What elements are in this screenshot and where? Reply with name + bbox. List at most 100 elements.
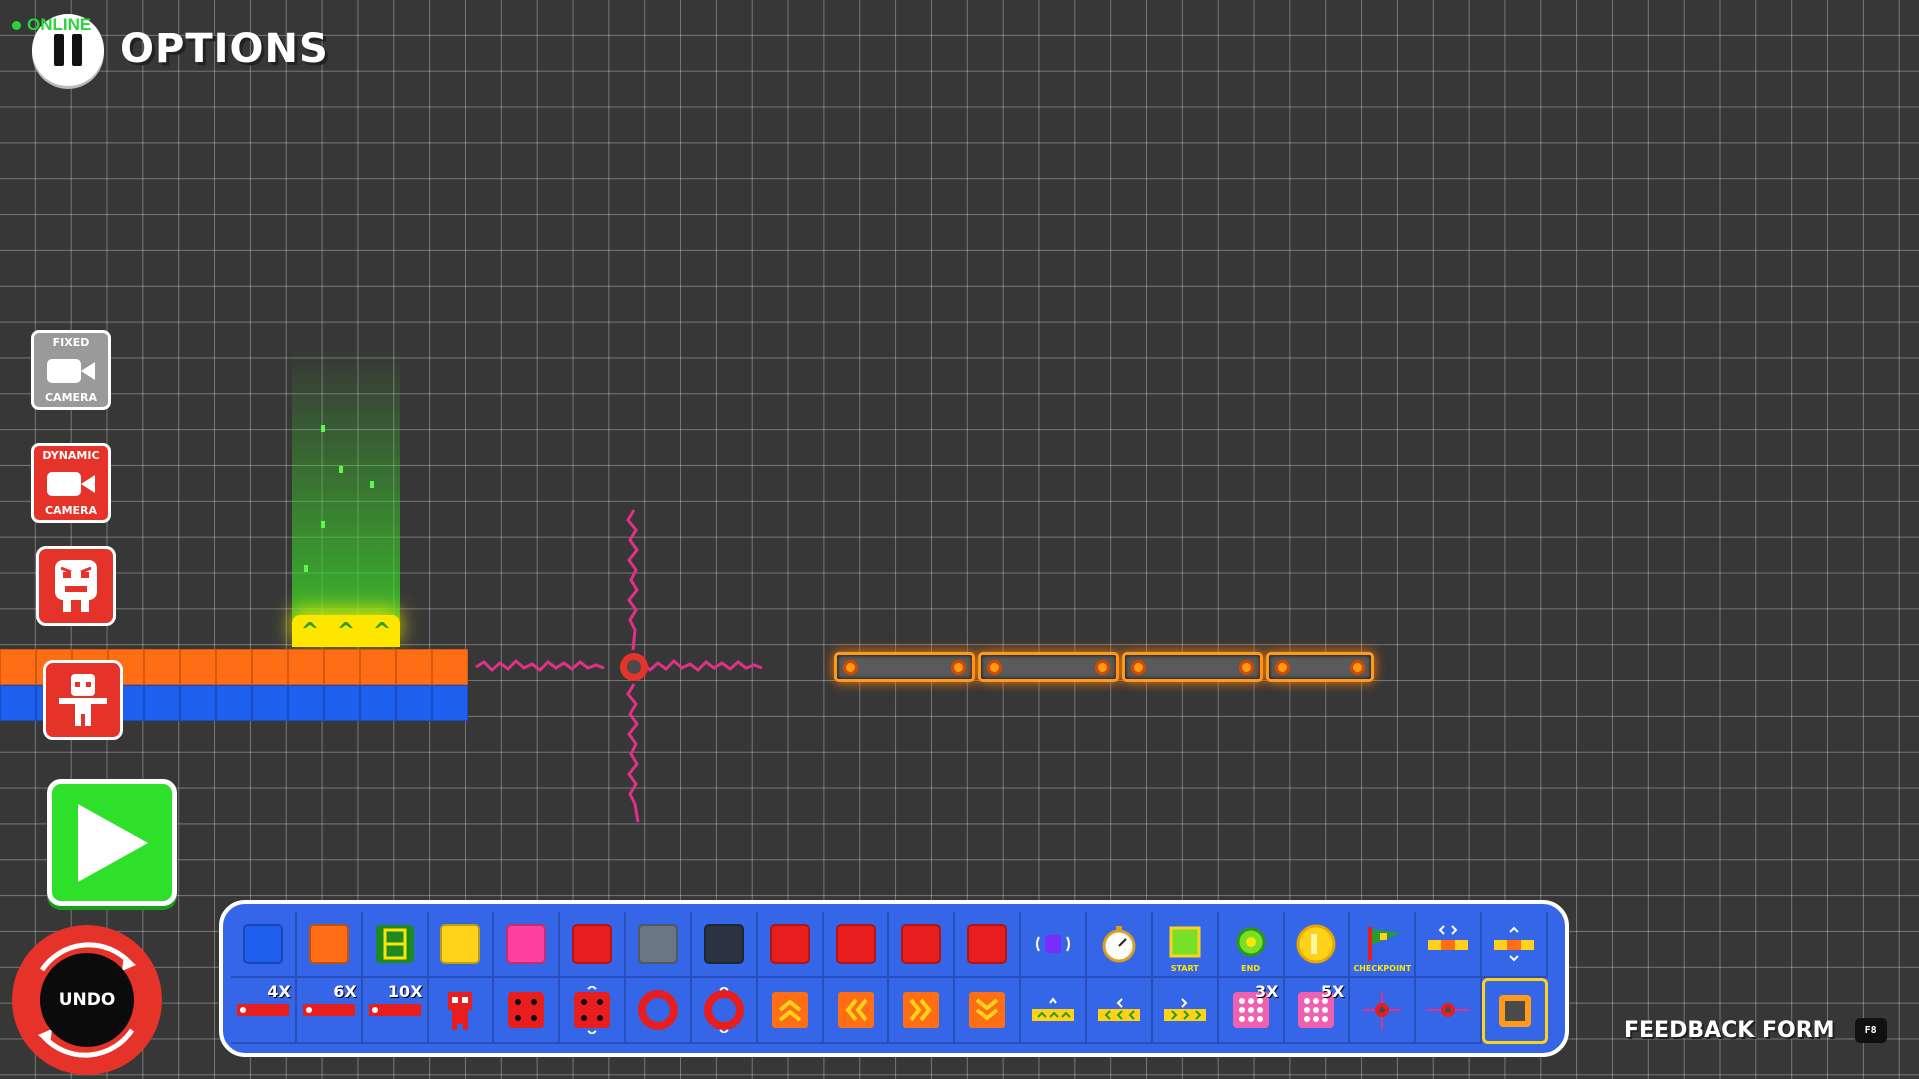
tool-red-robot-enemy[interactable] [428, 978, 495, 1044]
blue-block[interactable] [216, 685, 252, 721]
tool-red-spike-strip-6x[interactable]: 6X [296, 978, 363, 1044]
blue-block[interactable] [0, 685, 36, 721]
dynamic-camera-label-bottom: CAMERA [44, 504, 98, 517]
conveyor-platform[interactable] [978, 652, 1119, 682]
tool-grey-block[interactable] [626, 912, 692, 978]
tool-pink-dots-3x[interactable]: 3X [1218, 978, 1285, 1044]
tool-electric-line[interactable] [1416, 978, 1483, 1044]
tool-electric-cross[interactable] [1350, 978, 1417, 1044]
tool-timer[interactable] [1086, 912, 1153, 978]
orange-block[interactable] [288, 649, 324, 685]
conveyor-platform[interactable] [1266, 652, 1374, 682]
tool-conveyor-platform[interactable] [1482, 978, 1548, 1044]
boost-up-icon [771, 992, 808, 1028]
player-button[interactable] [43, 660, 123, 740]
blue-block[interactable] [324, 685, 360, 721]
coin-icon [1296, 924, 1336, 964]
pink-block-icon [506, 924, 547, 964]
tool-jump-pad[interactable] [1021, 978, 1087, 1044]
blue-block[interactable] [252, 685, 288, 721]
tool-boost-up[interactable] [757, 978, 824, 1044]
tool-pink-dots-5x[interactable]: 5X [1284, 978, 1351, 1044]
tool-spiky-block-moving[interactable] [560, 978, 627, 1044]
tool-right-pad[interactable] [1152, 978, 1219, 1044]
undo-button[interactable]: UNDO [12, 925, 162, 1075]
tool-red-spike-strip-4x[interactable]: 4X [231, 978, 297, 1044]
spark-particle [304, 565, 308, 572]
saw-ring-icon [637, 990, 678, 1030]
feedback-form-button[interactable]: FEEDBACK FORM F8 [1624, 1018, 1887, 1043]
spiky-block-moving-icon [574, 986, 611, 1034]
tool-red-spike-up[interactable] [757, 912, 824, 978]
tool-start[interactable]: START [1152, 912, 1219, 978]
tool-spiky-block[interactable] [494, 978, 561, 1044]
options-button[interactable]: OPTIONS [120, 26, 329, 72]
blue-block[interactable] [432, 685, 468, 721]
grey-block-icon [637, 924, 678, 964]
blue-block-icon [242, 924, 283, 964]
enemy-button[interactable] [36, 546, 116, 626]
chevron-up-icon: ^ [336, 618, 356, 644]
launch-pad[interactable]: ^ ^ ^ [292, 615, 400, 647]
blue-block[interactable] [360, 685, 396, 721]
tool-left-pad[interactable] [1086, 978, 1153, 1044]
blue-block[interactable] [288, 685, 324, 721]
spike-strip-icon [368, 1004, 421, 1016]
orange-block[interactable] [432, 649, 468, 685]
tool-boost-down[interactable] [955, 978, 1022, 1044]
electric-hazard[interactable] [470, 500, 800, 840]
tool-dark-block[interactable] [691, 912, 758, 978]
tool-vertical-mover[interactable] [1482, 912, 1548, 978]
boost-left-icon [837, 992, 874, 1028]
play-button[interactable] [47, 779, 177, 906]
orange-block[interactable] [216, 649, 252, 685]
tool-horizontal-mover[interactable] [1416, 912, 1483, 978]
orange-block[interactable] [252, 649, 288, 685]
tool-end[interactable]: END [1218, 912, 1285, 978]
orange-block[interactable] [396, 649, 432, 685]
gear-icon [951, 660, 966, 675]
tool-red-spike-right[interactable] [889, 912, 956, 978]
orange-block[interactable] [360, 649, 396, 685]
dynamic-camera-button[interactable]: DYNAMIC CAMERA [31, 443, 111, 523]
orange-block-icon [308, 924, 349, 964]
tool-boost-right[interactable] [889, 978, 956, 1044]
tool-red-spike-left[interactable] [823, 912, 890, 978]
jump-pad-icon [1032, 997, 1075, 1021]
tool-red-block[interactable] [560, 912, 627, 978]
play-icon [78, 803, 148, 882]
tool-yellow-block[interactable] [428, 912, 495, 978]
online-status-label: ONLINE [27, 15, 92, 34]
tool-green-ladder-block[interactable] [362, 912, 429, 978]
blue-block[interactable] [144, 685, 180, 721]
blue-block[interactable] [180, 685, 216, 721]
tool-blue-block[interactable] [231, 912, 297, 978]
tool-red-spike-strip-10x[interactable]: 10X [362, 978, 429, 1044]
orange-block[interactable] [180, 649, 216, 685]
tool-vibrating-block[interactable] [1021, 912, 1087, 978]
gear-icon [1131, 660, 1146, 675]
orange-block[interactable] [324, 649, 360, 685]
tool-checkpoint[interactable]: CHECKPOINT [1350, 912, 1417, 978]
conveyor-platform[interactable] [834, 652, 975, 682]
tool-saw-ring-moving[interactable] [691, 978, 758, 1044]
blue-block[interactable] [396, 685, 432, 721]
gear-icon [987, 660, 1002, 675]
conveyor-platform[interactable] [1122, 652, 1263, 682]
tool-red-spike-down[interactable] [955, 912, 1022, 978]
badge-5x: 5X [1320, 982, 1345, 1001]
orange-block[interactable] [144, 649, 180, 685]
tool-saw-ring[interactable] [626, 978, 692, 1044]
checkpoint-flag-icon [1368, 927, 1401, 961]
tool-pink-block[interactable] [494, 912, 561, 978]
fixed-camera-button[interactable]: FIXED CAMERA [31, 330, 111, 410]
start-pad-icon [1169, 926, 1201, 958]
red-spike-down-icon [967, 924, 1008, 964]
tool-orange-block[interactable] [296, 912, 363, 978]
tool-boost-left[interactable] [823, 978, 890, 1044]
tool-coin[interactable] [1284, 912, 1351, 978]
orange-block[interactable] [0, 649, 36, 685]
red-block-icon [572, 924, 613, 964]
stopwatch-icon [1102, 926, 1136, 963]
pause-icon [54, 34, 64, 66]
